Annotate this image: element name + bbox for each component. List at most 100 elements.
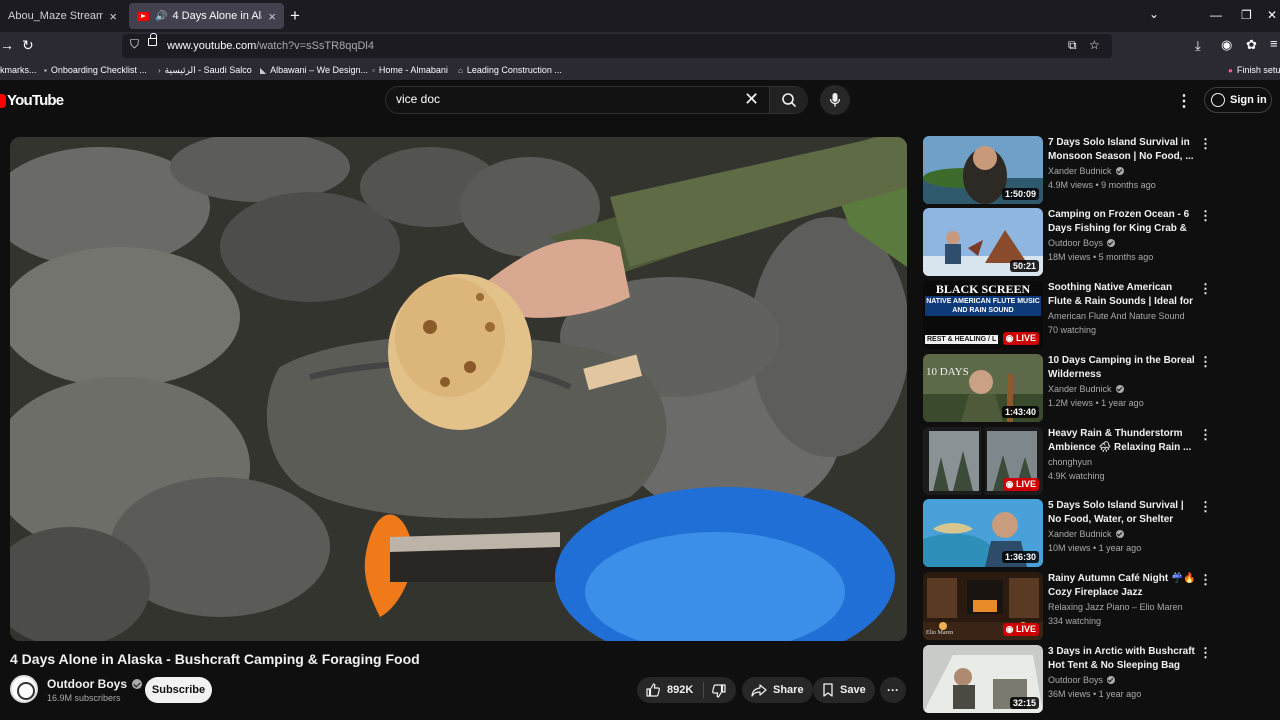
bookmark-item[interactable]: › الرئيسية - Saudi Salco [158,65,252,76]
sign-in-button[interactable]: Sign in [1204,87,1272,113]
recommendation-title[interactable]: Soothing Native American Flute & Rain So… [1048,281,1196,309]
recommendation-title[interactable]: 3 Days in Arctic with Bushcraft Hot Tent… [1048,645,1196,673]
search-input[interactable] [396,92,726,106]
clear-search-icon[interactable]: ✕ [744,89,759,110]
recommendation-channel[interactable]: Xander Budnick [1048,166,1124,176]
search-button[interactable] [770,87,808,113]
tab-close-icon[interactable]: × [109,9,117,24]
thumbnail-subheading: NATIVE AMERICAN FLUTE MUSIC AND RAIN SOU… [925,296,1041,316]
thumbs-up-icon [646,683,660,697]
reload-icon[interactable]: ↻ [22,37,34,54]
extensions-icon[interactable]: ✿ [1246,37,1257,53]
new-tab-button[interactable]: + [290,6,300,26]
recommendation-title[interactable]: 7 Days Solo Island Survival in Monsoon S… [1048,136,1196,164]
recommendation-item[interactable]: 1:36:30 5 Days Solo Island Survival | No… [923,499,1213,567]
recommendation-channel[interactable]: American Flute And Nature Sound [1048,311,1185,321]
browser-tab-active[interactable]: 🔊 4 Days Alone in Alaska - Bu × [129,3,284,29]
verified-badge-icon [1115,167,1124,175]
picture-in-picture-icon[interactable]: ⧉ [1068,38,1077,53]
like-divider [703,682,704,698]
browser-tab-strip: Abou_Maze Stream - Watch × 🔊 4 Days Alon… [0,0,1280,32]
recommendation-menu-icon[interactable]: ⋮ [1199,354,1212,370]
youtube-logo[interactable]: YouTube [0,92,64,109]
bookmark-item[interactable]: ▪ Onboarding Checklist ... [44,65,147,75]
recommendation-title[interactable]: Camping on Frozen Ocean - 6 Days Fishing… [1048,208,1196,236]
recommendation-title[interactable]: 10 Days Camping in the Boreal Wilderness [1048,354,1196,382]
channel-avatar[interactable] [10,675,38,703]
video-thumbnail[interactable]: 32:15 [923,645,1043,713]
recommendation-item[interactable]: 1:50:09 7 Days Solo Island Survival in M… [923,136,1213,204]
settings-more-icon[interactable]: ⋮ [1176,91,1192,111]
recommendation-menu-icon[interactable]: ⋮ [1199,572,1212,588]
speaker-icon[interactable]: 🔊 [155,11,167,22]
video-thumbnail[interactable]: 10 DAYS 1:43:40 [923,354,1043,422]
live-dot-icon: ◉ [1005,333,1016,343]
tracking-shield-icon[interactable]: ⛉ [130,37,139,52]
recommendation-menu-icon[interactable]: ⋮ [1199,208,1212,224]
close-window-icon[interactable]: ✕ [1267,8,1277,22]
recommendation-channel[interactable]: Relaxing Jazz Piano – Elio Maren [1048,602,1183,612]
subscribe-button[interactable]: Subscribe [145,677,212,703]
bookmark-item[interactable]: kmarks... [0,65,37,75]
recommendation-item[interactable]: 50:21 Camping on Frozen Ocean - 6 Days F… [923,208,1213,276]
bookmark-item[interactable]: ◣ Albawani – We Design... [260,65,368,75]
restore-window-icon[interactable]: ❐ [1241,8,1252,22]
recommendation-channel[interactable]: Xander Budnick [1048,384,1124,394]
like-button[interactable]: 892K [645,677,693,703]
recommendation-menu-icon[interactable]: ⋮ [1199,499,1212,515]
thumbnail-heading: BLACK SCREEN [935,282,1031,296]
subscriber-count: 16.9M subscribers [47,693,121,703]
tab-close-icon[interactable]: × [268,9,276,24]
dislike-button[interactable] [711,683,727,704]
browser-tab-abou-maze[interactable]: Abou_Maze Stream - Watch × [0,3,125,29]
video-thumbnail[interactable]: BLACK SCREEN NATIVE AMERICAN FLUTE MUSIC… [923,281,1043,349]
recommendation-title[interactable]: 5 Days Solo Island Survival | No Food, W… [1048,499,1196,527]
bookmark-icon [823,683,833,697]
channel-name-link[interactable]: Outdoor Boys [47,677,142,691]
forward-arrow-icon[interactable]: → [0,37,14,53]
recommendation-item[interactable]: ◉ LIVE Heavy Rain & Thunderstorm Ambienc… [923,427,1213,495]
recommendation-menu-icon[interactable]: ⋮ [1199,281,1212,297]
video-thumbnail[interactable]: 1:50:09 [923,136,1043,204]
recommendation-item[interactable]: 32:15 3 Days in Arctic with Bushcraft Ho… [923,645,1213,713]
voice-search-button[interactable] [820,85,850,115]
bookmark-star-icon[interactable]: ☆ [1089,38,1100,52]
recommendation-menu-icon[interactable]: ⋮ [1199,427,1212,443]
recommendation-channel[interactable]: Outdoor Boys [1048,675,1116,685]
recommendation-item[interactable]: 10 DAYS 1:43:40 10 Days Camping in the B… [923,354,1213,422]
bookmark-item[interactable]: ▫ Home - Almabani [372,65,448,75]
downloads-icon[interactable]: ⤓ [1195,38,1201,54]
url-text[interactable]: www.youtube.com/watch?v=sSsTR8qqDl4 [167,40,374,52]
thumbnail-text: Elio Maren [926,630,954,636]
list-all-tabs-icon[interactable]: ⌄ [1149,7,1159,21]
youtube-favicon-icon [137,11,149,21]
live-badge: ◉ LIVE [1002,478,1039,491]
save-button[interactable]: Save [813,677,875,703]
video-player[interactable] [10,137,907,641]
recommendation-channel[interactable]: chonghyun [1048,457,1092,467]
recommendation-item[interactable]: Elio Maren ◉ LIVE Rainy Autumn Café Nigh… [923,572,1213,640]
video-thumbnail[interactable]: Elio Maren ◉ LIVE [923,572,1043,640]
recommendation-menu-icon[interactable]: ⋮ [1199,136,1212,152]
recommendation-title[interactable]: Heavy Rain & Thunderstorm Ambience 🌧 Rel… [1048,427,1196,455]
recommendation-menu-icon[interactable]: ⋮ [1199,645,1212,661]
share-button[interactable]: Share [742,677,813,703]
recommendation-item[interactable]: BLACK SCREEN NATIVE AMERICAN FLUTE MUSIC… [923,281,1213,349]
video-thumbnail[interactable]: 1:36:30 [923,499,1043,567]
recommendation-title[interactable]: Rainy Autumn Café Night ☔🔥 Cozy Fireplac… [1048,572,1196,600]
recommendation-channel[interactable]: Outdoor Boys [1048,238,1116,248]
address-bar[interactable]: ⛉ www.youtube.com/watch?v=sSsTR8qqDl4 ⧉ … [122,33,1112,58]
video-thumbnail[interactable]: ◉ LIVE [923,427,1043,495]
verified-badge-icon [132,679,142,689]
more-actions-button[interactable]: ··· [880,677,906,703]
recommendation-channel[interactable]: Xander Budnick [1048,529,1124,539]
account-icon[interactable]: ◉ [1221,37,1232,53]
recommendation-meta: 18M views • 5 months ago [1048,252,1154,262]
bookmark-item[interactable]: ⌂ Leading Construction ... [458,65,562,75]
lock-icon[interactable] [148,33,157,46]
minimize-window-icon[interactable]: — [1210,8,1222,22]
video-title: 4 Days Alone in Alaska - Bushcraft Campi… [10,651,420,667]
video-thumbnail[interactable]: 50:21 [923,208,1043,276]
app-menu-icon[interactable]: ≡ [1270,36,1278,51]
bookmark-item[interactable]: ● Finish setu [1228,65,1280,75]
